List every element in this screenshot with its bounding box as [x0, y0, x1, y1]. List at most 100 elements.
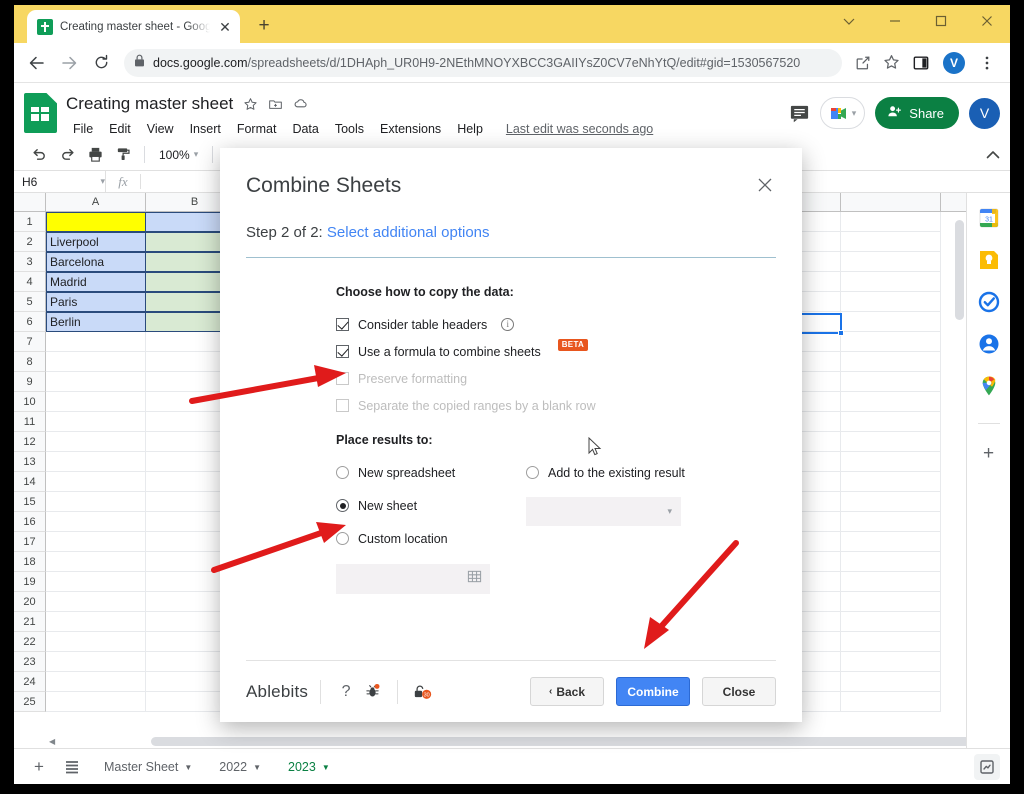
grid-cell[interactable]: [841, 612, 941, 632]
grid-cell[interactable]: [46, 212, 146, 232]
maximize-icon[interactable]: [918, 5, 964, 37]
grid-cell[interactable]: [46, 612, 146, 632]
grid-cell[interactable]: [841, 372, 941, 392]
maps-icon[interactable]: [978, 375, 1000, 397]
grid-cell[interactable]: [46, 692, 146, 712]
grid-cell[interactable]: [841, 532, 941, 552]
address-bar[interactable]: docs.google.com/spreadsheets/d/1DHAph_UR…: [124, 48, 842, 77]
browser-profile-avatar[interactable]: V: [943, 51, 965, 74]
bookmark-star-icon[interactable]: [878, 50, 904, 76]
horizontal-scrollbar-track[interactable]: ◀ ▶: [46, 735, 966, 748]
undo-icon[interactable]: [26, 142, 52, 168]
column-header-a[interactable]: A: [46, 193, 146, 211]
sheet-tab-master-sheet[interactable]: Master Sheet ▼: [90, 749, 202, 785]
radio-indicator[interactable]: [336, 466, 349, 479]
sheet-tab-2023[interactable]: 2023 ▼: [274, 748, 340, 784]
scroll-left-icon[interactable]: ◀: [49, 737, 55, 746]
row-header[interactable]: 21: [14, 612, 46, 632]
grid-cell[interactable]: [841, 212, 941, 232]
keep-icon[interactable]: [978, 249, 1000, 271]
share-button[interactable]: Share: [875, 97, 959, 129]
option-use-formula[interactable]: Use a formula to combine sheets BETA: [336, 338, 776, 365]
grid-cell[interactable]: [46, 392, 146, 412]
radio-new-sheet[interactable]: New sheet: [336, 492, 526, 519]
grid-cell[interactable]: [841, 272, 941, 292]
grid-cell[interactable]: [841, 412, 941, 432]
grid-cell[interactable]: Berlin: [46, 312, 146, 332]
sheet-tab-chevron-down-icon[interactable]: ▼: [322, 763, 330, 772]
row-header[interactable]: 6: [14, 312, 46, 332]
row-header[interactable]: 3: [14, 252, 46, 272]
sheet-tab-chevron-down-icon[interactable]: ▼: [184, 763, 192, 772]
grid-cell[interactable]: [46, 352, 146, 372]
grid-cell[interactable]: [841, 452, 941, 472]
menu-view[interactable]: View: [140, 119, 181, 139]
radio-indicator[interactable]: [526, 466, 539, 479]
chrome-menu-icon[interactable]: [972, 48, 1002, 78]
contacts-icon[interactable]: [978, 333, 1000, 355]
grid-cell[interactable]: [46, 432, 146, 452]
grid-cell[interactable]: [841, 252, 941, 272]
row-header[interactable]: 11: [14, 412, 46, 432]
row-header[interactable]: 22: [14, 632, 46, 652]
last-edit-status[interactable]: Last edit was seconds ago: [506, 122, 653, 136]
combine-button[interactable]: Combine: [616, 677, 690, 706]
grid-cell[interactable]: [46, 552, 146, 572]
comment-history-icon[interactable]: [789, 103, 810, 124]
minimize-icon[interactable]: [872, 5, 918, 37]
zoom-selector[interactable]: 100% ▾: [153, 143, 204, 167]
custom-location-input[interactable]: [336, 564, 490, 594]
calendar-icon[interactable]: 31: [978, 207, 1000, 229]
grid-cell[interactable]: [841, 292, 941, 312]
menu-help[interactable]: Help: [450, 119, 490, 139]
close-icon[interactable]: [964, 5, 1010, 37]
toolbar-collapse-icon[interactable]: [984, 146, 1002, 164]
cloud-saved-icon[interactable]: [293, 96, 309, 112]
menu-insert[interactable]: Insert: [183, 119, 228, 139]
tab-search-chevron-down-icon[interactable]: [826, 5, 872, 37]
row-header[interactable]: 9: [14, 372, 46, 392]
menu-format[interactable]: Format: [230, 119, 284, 139]
add-sheet-icon[interactable]: +: [24, 752, 54, 782]
grid-cell[interactable]: [46, 492, 146, 512]
row-header[interactable]: 2: [14, 232, 46, 252]
redo-icon[interactable]: [54, 142, 80, 168]
grid-cell[interactable]: [46, 592, 146, 612]
grid-cell[interactable]: [46, 572, 146, 592]
row-header[interactable]: 24: [14, 672, 46, 692]
unlock-license-icon[interactable]: 30: [410, 679, 436, 705]
row-header[interactable]: 15: [14, 492, 46, 512]
sheet-tab-2022[interactable]: 2022 ▼: [205, 749, 271, 785]
all-sheets-icon[interactable]: [57, 752, 87, 782]
grid-cell[interactable]: [46, 512, 146, 532]
row-header[interactable]: 19: [14, 572, 46, 592]
grid-cell[interactable]: [841, 572, 941, 592]
menu-edit[interactable]: Edit: [102, 119, 138, 139]
grid-cell[interactable]: [46, 652, 146, 672]
meet-chevron-down-icon[interactable]: ▾: [852, 108, 857, 119]
vertical-scrollbar-thumb[interactable]: [955, 220, 964, 320]
forward-icon[interactable]: [54, 48, 84, 78]
existing-result-dropdown[interactable]: ▾: [526, 497, 681, 526]
grid-cell[interactable]: [46, 412, 146, 432]
checkbox-consider-table-headers[interactable]: [336, 318, 349, 331]
range-picker-icon[interactable]: [467, 569, 482, 589]
grid-cell[interactable]: [46, 332, 146, 352]
column-header-j[interactable]: [841, 193, 941, 211]
row-header[interactable]: 18: [14, 552, 46, 572]
grid-cell[interactable]: [841, 232, 941, 252]
paint-format-icon[interactable]: [110, 142, 136, 168]
new-tab-button[interactable]: +: [250, 12, 278, 40]
vertical-scrollbar-track[interactable]: [953, 212, 966, 734]
grid-cell[interactable]: [841, 652, 941, 672]
grid-cell[interactable]: [841, 672, 941, 692]
grid-cell[interactable]: [841, 632, 941, 652]
grid-cell[interactable]: [841, 312, 941, 332]
option-consider-table-headers[interactable]: Consider table headers i: [336, 311, 776, 338]
fill-handle[interactable]: [838, 330, 844, 336]
grid-cell[interactable]: [841, 512, 941, 532]
tab-close-icon[interactable]: ✕: [217, 19, 233, 35]
back-button[interactable]: ‹ Back: [530, 677, 604, 706]
grid-cell[interactable]: [841, 692, 941, 712]
menu-data[interactable]: Data: [285, 119, 325, 139]
